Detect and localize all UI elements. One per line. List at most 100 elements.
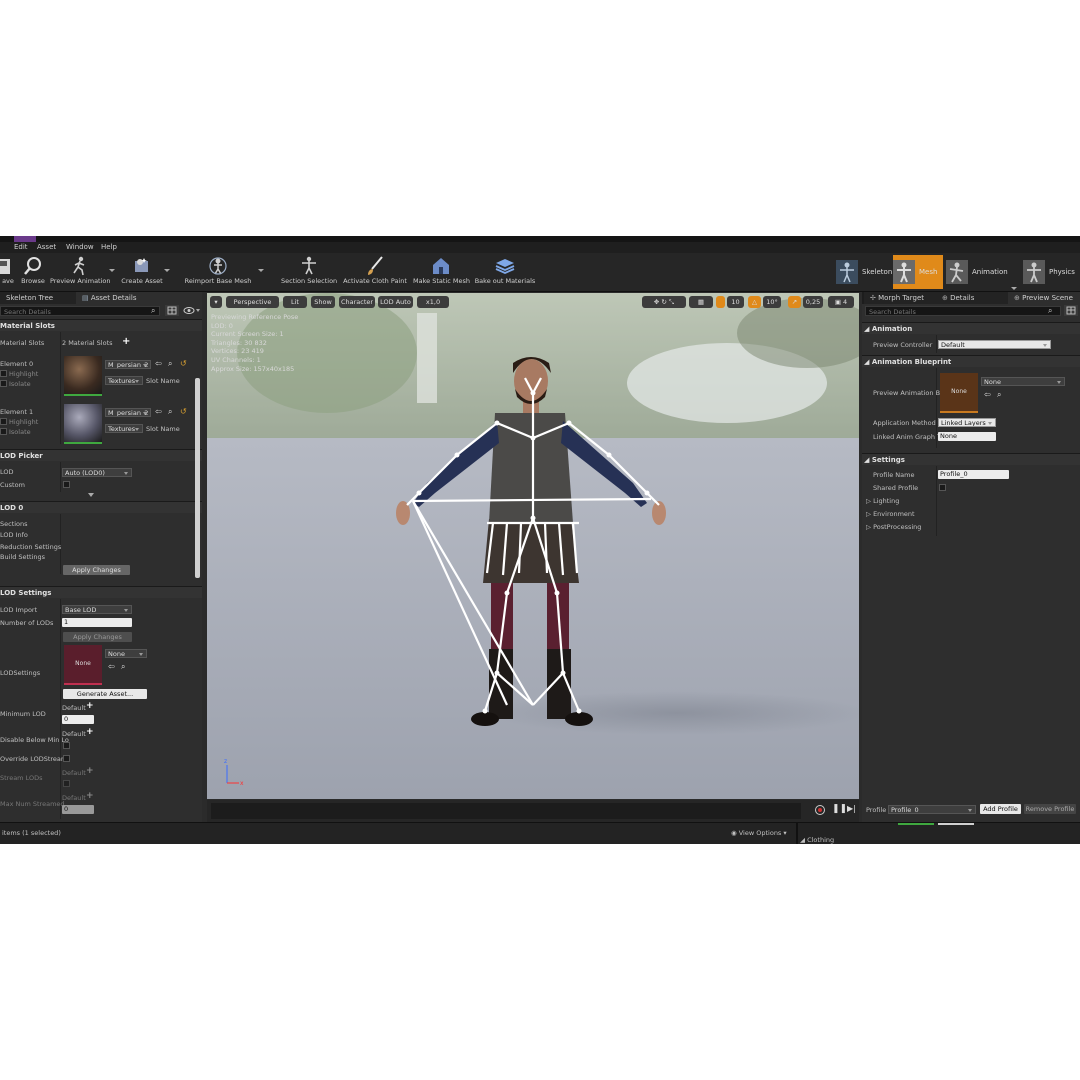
viewport-menu-button[interactable]: ▾ (210, 296, 222, 308)
bake-out-materials-button[interactable]: Bake out Materials (474, 253, 536, 291)
timeline-track[interactable] (211, 803, 801, 819)
tab-skeleton-tree[interactable]: Skeleton Tree (0, 292, 81, 304)
preview-animation-dropdown-icon[interactable] (109, 269, 115, 272)
camera-speed-button[interactable]: ▣ 4 (828, 296, 854, 308)
details-scrollbar[interactable] (195, 378, 200, 578)
surface-snap-toggle[interactable]: ▦ (689, 296, 713, 308)
browse-button[interactable]: Browse (20, 253, 46, 291)
tab-details[interactable]: ⊕ Details (936, 292, 1013, 304)
textures-combo[interactable]: Textures (105, 424, 143, 433)
generate-asset-button[interactable]: Generate Asset... (63, 689, 147, 699)
settings-header[interactable]: ◢ Settings (862, 453, 1080, 465)
show-button[interactable]: Show (311, 296, 335, 308)
add-override-icon[interactable]: + (86, 701, 94, 711)
material-thumbnail[interactable] (64, 404, 102, 444)
use-selected-arrow-icon[interactable]: ⇦ (155, 359, 162, 368)
add-slot-icon[interactable]: + (122, 336, 130, 347)
profile-combo[interactable]: Profile_0 (888, 805, 976, 814)
transform-tools[interactable]: ✥ ↻ ⤡ (642, 296, 686, 308)
build-settings-label[interactable]: Build Settings (0, 553, 45, 561)
menu-asset[interactable]: Asset (37, 243, 56, 251)
character-button[interactable]: Character (339, 296, 375, 308)
activate-cloth-paint-button[interactable]: Activate Cloth Paint (343, 253, 407, 291)
mode-mesh[interactable]: Mesh (893, 255, 943, 289)
preview-animation-button[interactable]: Preview Animation (50, 253, 111, 291)
tab-preview-scene[interactable]: ⊕ Preview Scene (1008, 292, 1080, 304)
remove-profile-button[interactable]: Remove Profile (1024, 804, 1076, 814)
linked-anim-graph-input[interactable]: None (938, 432, 996, 441)
playback-speed-button[interactable]: x1,0 (417, 296, 449, 308)
mode-physics[interactable]: Physics (1023, 257, 1080, 287)
add-override-icon[interactable]: + (86, 791, 94, 801)
highlight-checkbox[interactable] (0, 418, 7, 425)
pause-icon[interactable]: ❚❚ (832, 804, 847, 814)
mode-animation[interactable]: Animation (946, 257, 1016, 287)
view-toggle-icon[interactable] (1064, 305, 1078, 316)
section-selection-button[interactable]: Section Selection (281, 253, 337, 291)
move-icon[interactable]: ✥ (654, 298, 659, 306)
preview-search-input[interactable]: Search Details (865, 306, 1061, 316)
material-combo[interactable]: M_persian_2 (105, 408, 151, 417)
mode-skeleton[interactable]: Skeleton (836, 257, 892, 287)
apply-changes-button[interactable]: Apply Changes (63, 632, 132, 642)
animation-blueprint-header[interactable]: ◢ Animation Blueprint (862, 355, 1080, 367)
reduction-settings-label[interactable]: Reduction Settings (0, 543, 61, 551)
isolate-checkbox[interactable] (0, 380, 7, 387)
create-asset-dropdown-icon[interactable] (164, 269, 170, 272)
profile-name-input[interactable]: Profile_0 (938, 470, 1009, 479)
reset-arrow-icon[interactable]: ↺ (180, 359, 187, 368)
postprocessing-row[interactable]: ▷ PostProcessing (866, 523, 921, 531)
material-thumbnail[interactable] (64, 356, 102, 396)
scale-snap-toggle[interactable]: ↗ (788, 296, 801, 308)
disable-below-min-checkbox[interactable] (63, 742, 70, 749)
lod-info-label[interactable]: LOD Info (0, 531, 28, 539)
lod-auto-button[interactable]: LOD Auto (378, 296, 413, 308)
custom-checkbox[interactable] (63, 481, 70, 488)
stream-lods-checkbox[interactable] (63, 780, 70, 787)
rotation-snap-toggle[interactable]: △ (748, 296, 761, 308)
eye-icon[interactable] (182, 305, 200, 316)
reimport-dropdown-icon[interactable] (258, 269, 264, 272)
lighting-row[interactable]: ▷ Lighting (866, 497, 899, 505)
grid-snap-value[interactable]: 10 (727, 296, 744, 308)
rotate-icon[interactable]: ↻ (661, 298, 666, 306)
max-num-streamed-input[interactable]: 0 (62, 805, 94, 814)
clothing-section[interactable]: ◢ Clothing (800, 836, 834, 844)
highlight-checkbox[interactable] (0, 370, 7, 377)
material-slots-header[interactable]: Material Slots (0, 319, 202, 331)
application-method-combo[interactable]: Linked Layers (938, 418, 996, 427)
browse-search-icon[interactable]: ⌕ (168, 359, 172, 369)
view-options-button[interactable]: ◉ View Options ▾ (731, 829, 787, 837)
animation-mode-dropdown-icon[interactable] (1011, 287, 1017, 290)
menu-help[interactable]: Help (101, 243, 117, 251)
minimum-lod-input[interactable]: 0 (62, 715, 94, 724)
apply-changes-button[interactable]: Apply Changes (63, 565, 130, 575)
viewport-scene[interactable]: z x (207, 293, 859, 799)
lod-settings-combo[interactable]: None (105, 649, 147, 658)
menu-edit[interactable]: Edit (14, 243, 28, 251)
reimport-button[interactable]: Reimport Base Mesh (183, 253, 253, 291)
record-button[interactable] (815, 805, 825, 815)
lod-combo[interactable]: Auto (LOD0) (62, 468, 132, 477)
rotation-snap-value[interactable]: 10° (763, 296, 781, 308)
add-override-icon[interactable]: + (86, 766, 94, 776)
scale-icon[interactable]: ⤡ (669, 298, 674, 306)
use-selected-arrow-icon[interactable]: ⇦ (984, 390, 991, 399)
preview-controller-combo[interactable]: Default (938, 340, 1051, 349)
reset-arrow-icon[interactable]: ↺ (180, 407, 187, 416)
playback-timeline[interactable]: ❚❚ ▶| (207, 800, 859, 822)
browse-search-icon[interactable]: ⌕ (121, 662, 125, 672)
viewport[interactable]: z x ▾ Perspective Lit Show Character LOD… (207, 293, 859, 799)
details-search-input[interactable]: Search Details (0, 306, 160, 316)
add-override-icon[interactable]: + (86, 727, 94, 737)
lod-settings-header[interactable]: LOD Settings (0, 586, 202, 598)
make-static-mesh-button[interactable]: Make Static Mesh (413, 253, 470, 291)
tab-morph-target[interactable]: ✢ Morph Target (864, 292, 941, 304)
grid-snap-toggle[interactable] (716, 296, 725, 308)
save-button[interactable]: ave (0, 253, 16, 291)
browse-search-icon[interactable]: ⌕ (997, 390, 1001, 400)
lod-picker-header[interactable]: LOD Picker (0, 449, 202, 461)
step-forward-icon[interactable]: ▶| (847, 804, 856, 813)
isolate-checkbox[interactable] (0, 428, 7, 435)
override-lod-streaming-checkbox[interactable] (63, 755, 70, 762)
